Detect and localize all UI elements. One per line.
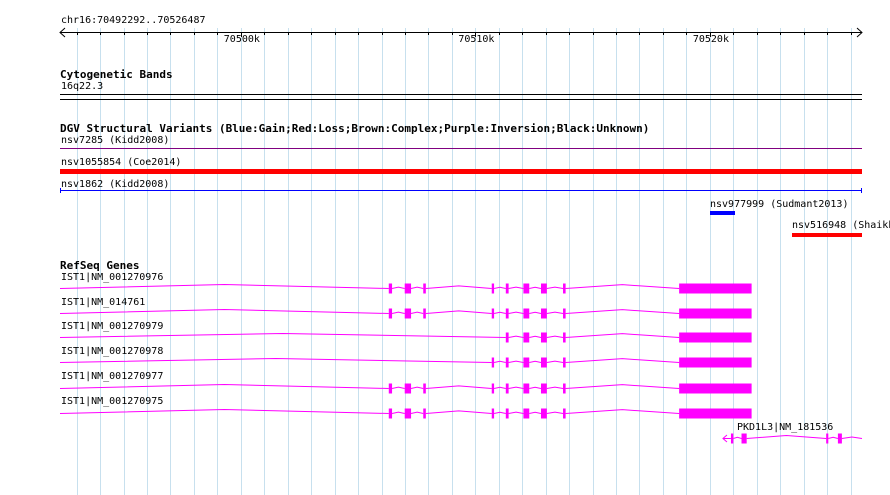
dgv-feature-bar[interactable] [710, 211, 735, 215]
dgv-feature-label[interactable]: nsv977999 (Sudmant2013) [710, 199, 848, 211]
transcript-label[interactable]: PKD1L3|NM_181536 [737, 422, 833, 434]
dgv-feature-label[interactable]: nsv7285 (Kidd2008) [61, 135, 169, 147]
dgv-feature-end-cap [861, 188, 862, 193]
cytoband-label[interactable]: 16q22.3 [61, 81, 103, 93]
genome-browser-view: chr16:70492292..70526487 70500k 70510k 705… [0, 0, 890, 495]
cytoband-bar-top [60, 94, 862, 95]
dgv-feature-bar[interactable] [60, 148, 862, 149]
dgv-feature-label[interactable]: nsv1055854 (Coe2014) [61, 157, 181, 169]
ruler-tick-label: 70510k [458, 34, 495, 45]
transcript-label[interactable]: IST1|NM_001270977 [61, 371, 163, 383]
dgv-feature-label[interactable]: nsv516948 (Shaikh2 [792, 220, 890, 232]
refseq-track-title: RefSeq Genes [60, 259, 140, 272]
dgv-feature-bar[interactable] [60, 169, 862, 174]
ruler-tick-label: 70500k [223, 34, 260, 45]
transcript-label[interactable]: IST1|NM_001270976 [61, 272, 163, 284]
dgv-track-title: DGV Structural Variants (Blue:Gain;Red:L… [60, 122, 650, 135]
cytoband-bar-bottom [60, 99, 862, 100]
dgv-feature-bar[interactable] [60, 190, 862, 191]
transcript-label[interactable]: IST1|NM_014761 [61, 297, 145, 309]
dgv-feature-end-cap [60, 188, 61, 193]
dgv-feature-bar[interactable] [792, 233, 862, 237]
transcript-label[interactable]: IST1|NM_001270975 [61, 396, 163, 408]
ruler[interactable] [0, 25, 890, 55]
transcript-label[interactable]: IST1|NM_001270978 [61, 346, 163, 358]
transcript-label[interactable]: IST1|NM_001270979 [61, 321, 163, 333]
ruler-tick-label: 70520k [692, 34, 729, 45]
cytoband-track-title: Cytogenetic Bands [60, 68, 173, 81]
